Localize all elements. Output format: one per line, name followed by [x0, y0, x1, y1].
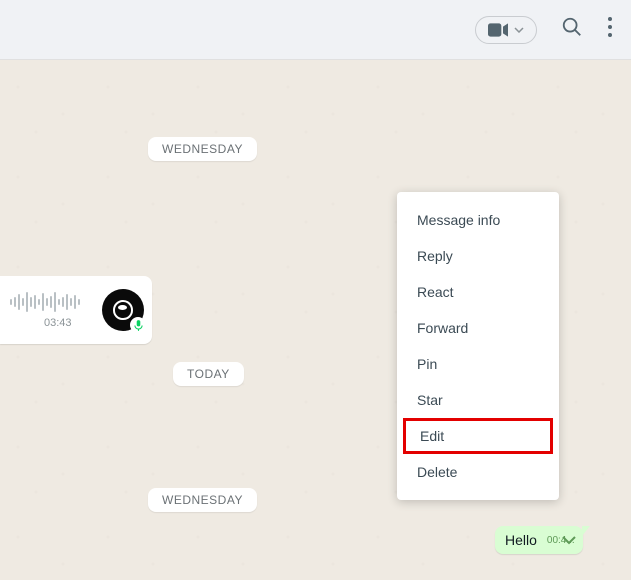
menu-pin[interactable]: Pin: [397, 346, 559, 382]
search-button[interactable]: [561, 16, 583, 43]
chat-header: [0, 0, 631, 60]
date-separator: WEDNESDAY: [148, 488, 257, 512]
search-icon: [561, 16, 583, 38]
video-icon: [488, 23, 508, 37]
menu-delete[interactable]: Delete: [397, 454, 559, 490]
more-menu-button[interactable]: [607, 17, 613, 42]
waveform-bars: [10, 291, 98, 313]
menu-forward[interactable]: Forward: [397, 310, 559, 346]
message-options-chevron[interactable]: [561, 532, 577, 550]
video-call-button[interactable]: [475, 16, 537, 44]
outgoing-message-bubble[interactable]: Hello 00:4...: [495, 526, 583, 554]
menu-react[interactable]: React: [397, 274, 559, 310]
chat-background: WEDNESDAY 03:43 TODAY WEDNESDAY Hello 00…: [0, 60, 631, 580]
voice-waveform: 03:43: [10, 291, 98, 329]
date-separator: WEDNESDAY: [148, 137, 257, 161]
chevron-down-icon: [514, 27, 524, 33]
kebab-icon: [607, 17, 613, 37]
mic-badge-icon: [130, 317, 146, 333]
menu-star[interactable]: Star: [397, 382, 559, 418]
menu-edit[interactable]: Edit: [403, 418, 553, 454]
voice-message-outgoing[interactable]: 03:43: [0, 276, 152, 344]
chevron-down-icon: [561, 535, 577, 545]
message-context-menu: Message info Reply React Forward Pin Sta…: [397, 192, 559, 500]
chat-area: WEDNESDAY 03:43 TODAY WEDNESDAY Hello 00…: [0, 60, 631, 580]
message-text: Hello: [505, 532, 537, 548]
voice-timestamp: 03:43: [44, 317, 72, 329]
date-separator: TODAY: [173, 362, 244, 386]
menu-reply[interactable]: Reply: [397, 238, 559, 274]
contact-avatar: [102, 289, 144, 331]
menu-message-info[interactable]: Message info: [397, 202, 559, 238]
